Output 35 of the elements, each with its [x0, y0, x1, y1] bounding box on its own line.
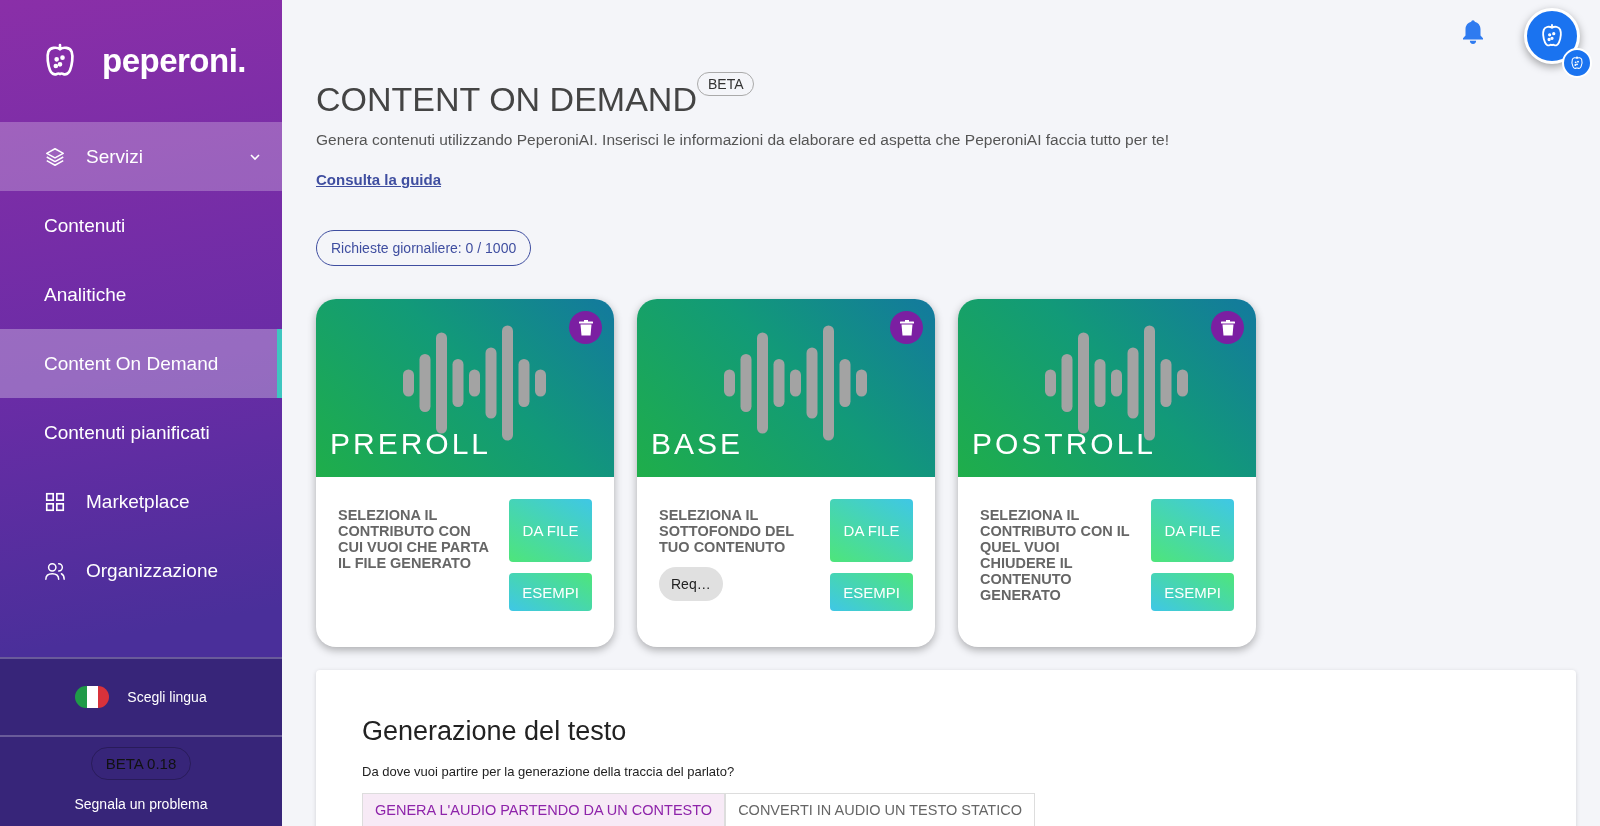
language-label[interactable]: Scegli lingua — [127, 689, 207, 705]
sidebar-item[interactable]: Marketplace — [0, 467, 282, 536]
grid-icon — [44, 490, 66, 513]
report-problem-link[interactable]: Segnala un problema — [74, 796, 208, 812]
delete-button[interactable] — [890, 311, 923, 344]
guide-link[interactable]: Consulta la guida — [316, 171, 441, 188]
pepper-badge-icon — [1569, 55, 1585, 71]
italy-flag-icon[interactable] — [75, 686, 110, 708]
sidebar-item[interactable]: Content On Demand — [0, 329, 282, 398]
delete-button[interactable] — [569, 311, 602, 344]
request-chip[interactable]: Req… — [659, 567, 723, 601]
page-title: CONTENT ON DEMAND — [316, 80, 697, 119]
card-title: PREROLL — [330, 427, 492, 461]
trash-icon — [578, 319, 593, 336]
card-title: POSTROLL — [972, 427, 1157, 461]
sidebar-item[interactable]: Contenuti pianificati — [0, 398, 282, 467]
sidebar-item[interactable]: Analitiche — [0, 260, 282, 329]
page-description: Genera contenuti utilizzando PeperoniAI. Inserisci le informazioni da elaborare ed aspetta che PeperoniAI faccia tutto per te! — [316, 131, 1170, 149]
card-title: BASE — [651, 427, 744, 461]
card-description: SELEZIONA IL SOTTOFONDO DEL TUO CONTENUTO — [659, 506, 795, 555]
layers-icon — [44, 145, 66, 168]
source-tab[interactable]: GENERA L'AUDIO PARTENDO DA UN CONTESTO — [362, 793, 726, 826]
card-description: SELEZIONA IL CONTRIBUTO CON IL QUEL VUOI CHIUDERE IL CONTENUTO GENERATO — [980, 506, 1131, 603]
sidebar-item[interactable]: Contenuti — [0, 191, 282, 260]
delete-button[interactable] — [1211, 311, 1244, 344]
trash-icon — [1220, 319, 1235, 336]
account-avatar[interactable] — [1524, 8, 1580, 64]
logo-text: peperoni. — [102, 42, 247, 80]
section-question: Da dove vuoi partire per la generazione della traccia del parlato? — [362, 764, 736, 779]
card-description: SELEZIONA IL CONTRIBUTO CON CUI VUOI CHE PARTA IL FILE GENERATO — [338, 506, 490, 571]
sidebar-item[interactable]: Servizi — [0, 122, 282, 191]
section-title: Generazione del testo — [362, 716, 628, 747]
trash-icon — [899, 319, 914, 336]
source-tab[interactable]: CONVERTI IN AUDIO UN TESTO STATICO — [725, 793, 1035, 826]
sidebar-item[interactable]: Organizzazione — [0, 536, 282, 605]
